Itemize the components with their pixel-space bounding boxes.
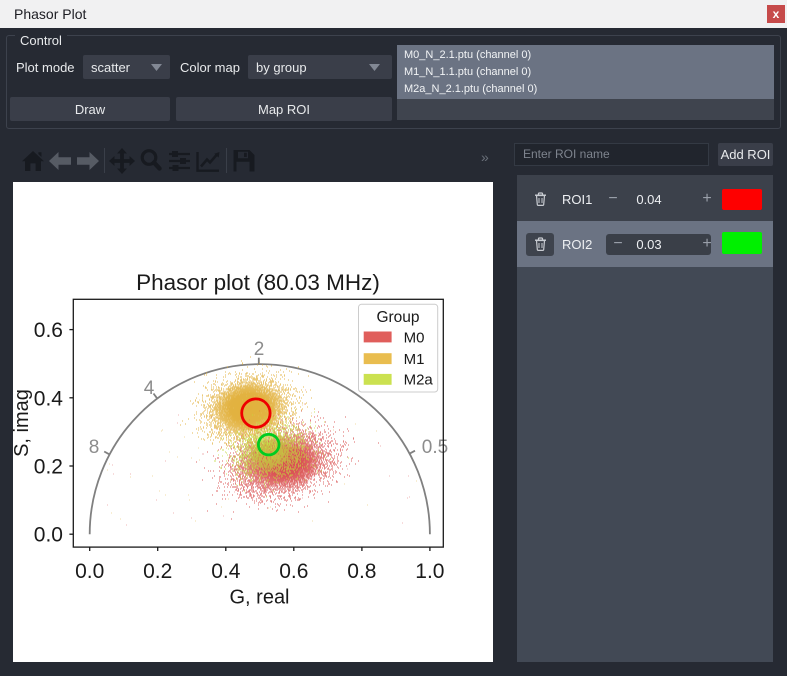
svg-text:0.6: 0.6 (279, 560, 308, 583)
svg-text:Group: Group (376, 309, 419, 326)
svg-text:0.2: 0.2 (34, 456, 63, 479)
svg-text:0.4: 0.4 (211, 560, 241, 583)
svg-text:S, imag: S, imag (13, 389, 33, 457)
svg-text:0.0: 0.0 (34, 524, 63, 547)
svg-text:8: 8 (89, 437, 100, 458)
svg-text:M0: M0 (404, 330, 425, 347)
svg-text:0.2: 0.2 (143, 560, 172, 583)
svg-text:0.4: 0.4 (34, 387, 64, 410)
svg-text:1.0: 1.0 (415, 560, 444, 583)
svg-text:2: 2 (254, 339, 265, 360)
svg-text:0.8: 0.8 (347, 560, 376, 583)
svg-text:M1: M1 (404, 351, 425, 368)
svg-text:0.0: 0.0 (75, 560, 104, 583)
svg-text:G, real: G, real (229, 586, 289, 608)
svg-text:4: 4 (144, 378, 155, 399)
svg-text:0.6: 0.6 (34, 319, 63, 342)
svg-text:M2a: M2a (404, 372, 434, 389)
svg-text:Phasor plot (80.03 MHz): Phasor plot (80.03 MHz) (136, 270, 380, 295)
svg-text:0.5: 0.5 (422, 437, 448, 458)
